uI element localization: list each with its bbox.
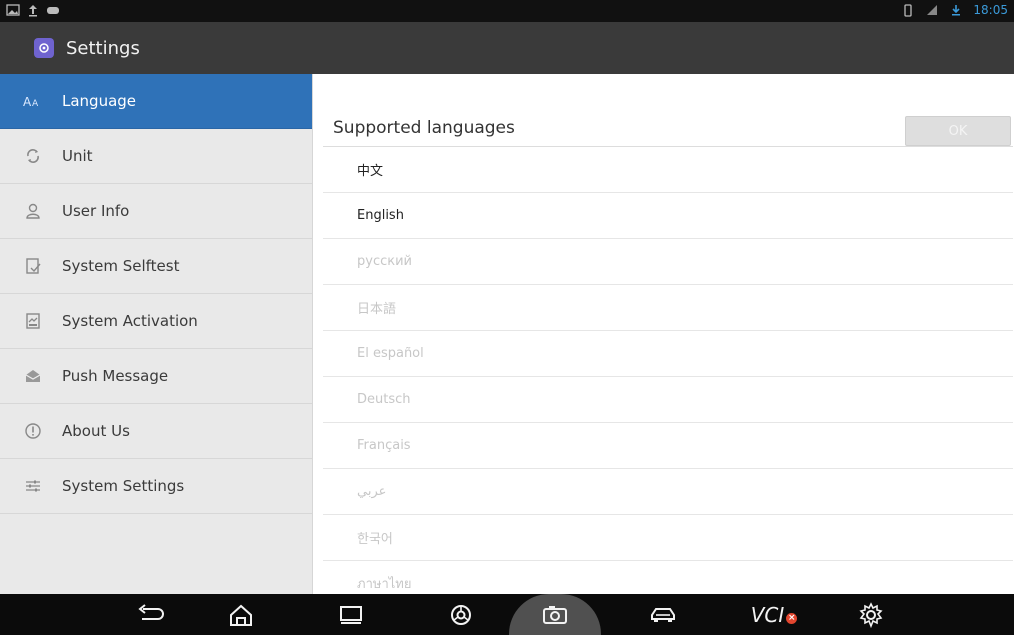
gallery-icon xyxy=(6,4,20,16)
sidebar-item-label: Push Message xyxy=(62,367,169,385)
section-title: Supported languages xyxy=(333,118,515,138)
language-icon: AA xyxy=(22,90,44,112)
recent-apps-icon xyxy=(340,605,362,624)
system-nav-bar: VCI × xyxy=(0,594,1014,635)
svg-text:A: A xyxy=(32,99,39,108)
browser-icon xyxy=(451,604,471,625)
user-icon xyxy=(22,200,44,222)
vci-label: VCI xyxy=(750,602,785,627)
download-icon xyxy=(952,5,961,16)
settings-gear-icon xyxy=(859,601,883,628)
home-button[interactable] xyxy=(216,594,266,635)
back-button[interactable] xyxy=(126,594,176,635)
browser-button[interactable] xyxy=(436,594,486,635)
language-option[interactable]: 한국어 xyxy=(323,515,1013,561)
sidebar-item-label: System Activation xyxy=(62,312,198,330)
selftest-icon xyxy=(22,255,44,277)
unit-icon xyxy=(22,145,44,167)
recent-apps-button[interactable] xyxy=(326,594,376,635)
svg-text:A: A xyxy=(23,95,32,108)
sidebar-item-unit[interactable]: Unit xyxy=(0,129,312,184)
screenshot-button[interactable] xyxy=(530,594,580,635)
vci-status-button[interactable]: VCI × xyxy=(744,594,804,635)
sidebar-item-system-settings[interactable]: System Settings xyxy=(0,459,312,514)
language-option[interactable]: Deutsch xyxy=(323,377,1013,423)
gamepad-icon xyxy=(47,7,59,14)
info-icon xyxy=(22,420,44,442)
vci-disconnected-icon: × xyxy=(786,613,798,624)
title-bar: Settings xyxy=(0,22,1014,74)
sidebar-item-push-message[interactable]: Push Message xyxy=(0,349,312,404)
sidebar-item-system-selftest[interactable]: System Selftest xyxy=(0,239,312,294)
sidebar-item-label: Unit xyxy=(62,147,93,165)
sidebar-item-about-us[interactable]: About Us xyxy=(0,404,312,459)
sidebar-item-system-activation[interactable]: System Activation xyxy=(0,294,312,349)
status-left-icons xyxy=(6,3,60,17)
activation-icon xyxy=(22,310,44,332)
status-bar: 18:05 xyxy=(0,0,1014,22)
status-right-icons: 18:05 xyxy=(901,3,1008,17)
settings-sidebar: AA Language Unit User Info System Selfte… xyxy=(0,74,313,594)
sidebar-item-label: Language xyxy=(62,92,137,110)
sidebar-item-language[interactable]: AA Language xyxy=(0,74,312,129)
upload-icon xyxy=(29,5,37,17)
language-option[interactable]: 日本語 xyxy=(323,285,1013,331)
sliders-icon xyxy=(22,475,44,497)
battery-icon xyxy=(904,4,913,17)
sidebar-item-label: User Info xyxy=(62,202,130,220)
back-icon xyxy=(138,603,164,620)
sidebar-item-label: About Us xyxy=(62,422,130,440)
message-icon xyxy=(22,365,44,387)
quick-settings-button[interactable] xyxy=(846,594,896,635)
car-icon xyxy=(651,607,675,622)
language-option[interactable]: El español xyxy=(323,331,1013,377)
sidebar-item-user-info[interactable]: User Info xyxy=(0,184,312,239)
status-time: 18:05 xyxy=(973,3,1008,17)
language-option[interactable]: 中文 xyxy=(323,147,1013,193)
language-option[interactable]: English xyxy=(323,193,1013,239)
language-option[interactable]: русский xyxy=(323,239,1013,285)
language-option[interactable]: Français xyxy=(323,423,1013,469)
vehicle-button[interactable] xyxy=(638,594,688,635)
language-panel: Supported languages OK 中文 English русски… xyxy=(313,74,1014,607)
ok-button[interactable]: OK xyxy=(905,116,1011,146)
home-icon xyxy=(230,604,252,626)
sidebar-item-label: System Selftest xyxy=(62,257,180,275)
screenshot-icon xyxy=(543,605,567,624)
settings-app-icon xyxy=(34,38,54,58)
signal-icon xyxy=(927,5,938,15)
sidebar-item-label: System Settings xyxy=(62,477,185,495)
language-option[interactable]: عربي xyxy=(323,469,1013,515)
page-title: Settings xyxy=(66,37,140,59)
language-list: 中文 English русский 日本語 El español Deutsc… xyxy=(323,146,1013,607)
